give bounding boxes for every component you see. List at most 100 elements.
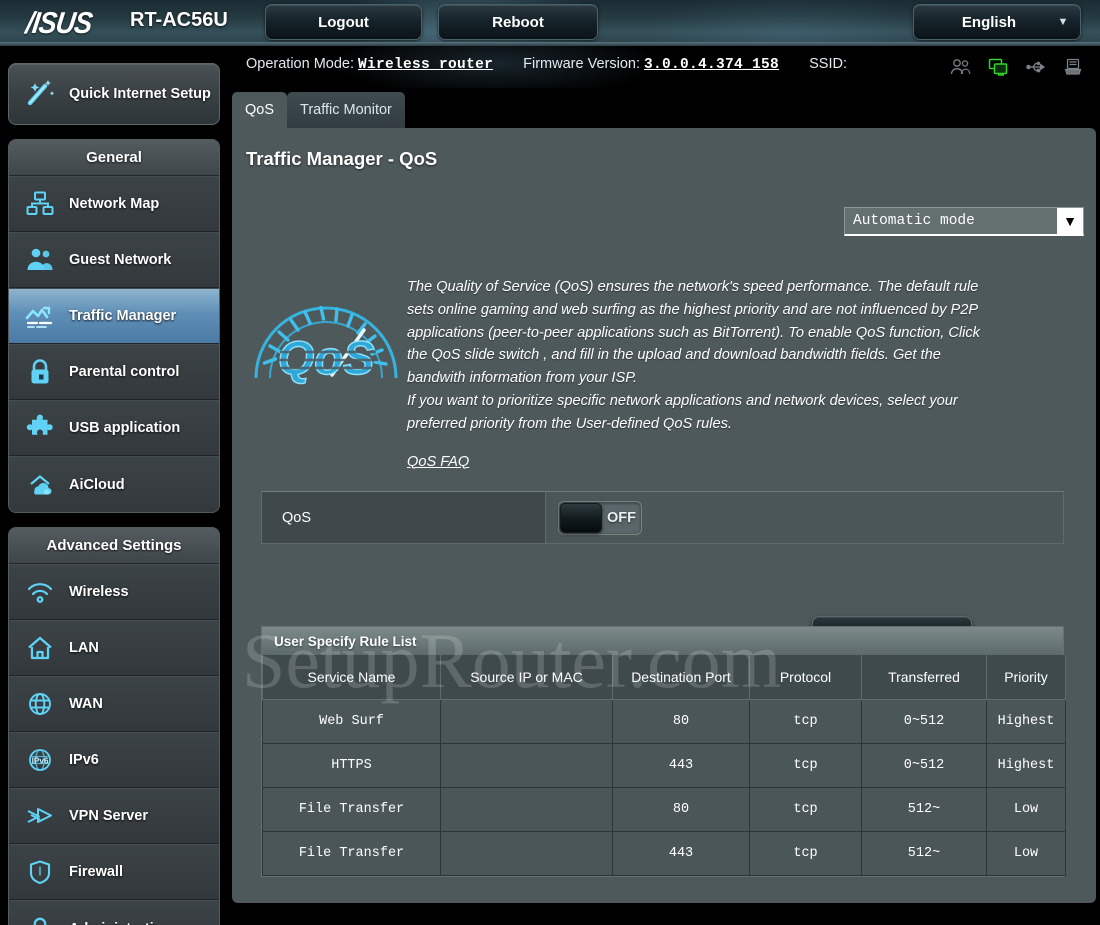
sidebar-item-parental-control[interactable]: Parental control xyxy=(9,344,219,400)
tab-bar: QoS Traffic Monitor xyxy=(232,92,405,128)
cell-transferred: 512~ xyxy=(861,830,987,876)
sidebar-item-aicloud[interactable]: AiCloud xyxy=(9,456,219,512)
rules-table: Service Name Source IP or MAC Destinatio… xyxy=(262,655,1066,876)
cell-service-name: File Transfer xyxy=(262,786,441,832)
cell-protocol: tcp xyxy=(749,786,862,832)
table-row[interactable]: Web Surf 80 tcp 0~512 Highest xyxy=(262,698,1066,744)
column-header-priority: Priority xyxy=(986,655,1066,700)
network-map-icon xyxy=(23,190,57,218)
cell-priority: Low xyxy=(986,786,1066,832)
qos-speedometer-graphic: QoS xyxy=(244,270,409,388)
sidebar-label: USB application xyxy=(69,420,181,436)
sidebar-item-wireless[interactable]: Wireless xyxy=(9,564,219,620)
logout-button[interactable]: Logout xyxy=(265,4,422,40)
cell-destination-port: 443 xyxy=(612,742,750,788)
traffic-manager-icon xyxy=(23,302,57,330)
reboot-button[interactable]: Reboot xyxy=(438,4,598,40)
page-title: Traffic Manager - QoS xyxy=(246,148,438,169)
sidebar-label: LAN xyxy=(69,640,99,656)
tab-traffic-monitor[interactable]: Traffic Monitor xyxy=(287,92,405,128)
quick-internet-setup-button[interactable]: Quick Internet Setup xyxy=(8,63,220,125)
sidebar-label: Firewall xyxy=(69,864,123,880)
cell-service-name: File Transfer xyxy=(262,830,441,876)
table-row[interactable]: File Transfer 80 tcp 512~ Low xyxy=(262,786,1066,832)
rule-list-title: User Specify Rule List xyxy=(262,627,1063,655)
cell-priority: Low xyxy=(986,830,1066,876)
sidebar-label: Parental control xyxy=(69,364,180,380)
user-specify-rule-list: User Specify Rule List Service Name Sour… xyxy=(261,626,1066,877)
sidebar-item-firewall[interactable]: Firewall xyxy=(9,844,219,900)
sidebar-group-general: General Network Map Guest Network Traffi… xyxy=(8,139,220,513)
tab-qos[interactable]: QoS xyxy=(232,92,288,128)
cell-transferred: 512~ xyxy=(861,786,987,832)
sidebar-navigation: Quick Internet Setup General Network Map xyxy=(0,58,228,925)
sidebar-item-traffic-manager[interactable]: Traffic Manager xyxy=(9,288,219,344)
language-label: English xyxy=(961,13,1017,31)
sidebar-label: AiCloud xyxy=(69,476,125,493)
description-paragraph-1: The Quality of Service (QoS) ensures the… xyxy=(407,279,980,387)
language-selector[interactable]: English ▼ xyxy=(913,4,1081,40)
qos-toggle-switch[interactable]: OFF xyxy=(558,500,642,535)
puzzle-icon xyxy=(23,414,57,442)
person-icon xyxy=(23,915,57,925)
sidebar-label: WAN xyxy=(69,696,103,712)
sidebar-label: Network Map xyxy=(69,196,160,212)
cell-source xyxy=(440,742,613,788)
sidebar-item-usb-application[interactable]: USB application xyxy=(9,400,219,456)
cell-transferred: 0~512 xyxy=(861,742,987,788)
table-row[interactable]: HTTPS 443 tcp 0~512 Highest xyxy=(262,742,1066,788)
vpn-icon xyxy=(23,802,57,830)
qos-mode-value: Automatic mode xyxy=(853,213,975,229)
sidebar-label: Guest Network xyxy=(69,252,172,268)
svg-text:QoS: QoS xyxy=(278,331,375,384)
cell-service-name: HTTPS xyxy=(262,742,441,788)
router-model-name: RT-AC56U xyxy=(130,9,228,31)
sidebar-item-vpn-server[interactable]: VPN Server xyxy=(9,788,219,844)
main-content: QoS Traffic Monitor Traffic Manager - Qo… xyxy=(232,58,1096,903)
cell-destination-port: 80 xyxy=(612,698,750,744)
table-header-row: Service Name Source IP or MAC Destinatio… xyxy=(262,655,1066,700)
shield-icon xyxy=(23,858,57,886)
cell-priority: Highest xyxy=(986,698,1066,744)
cell-priority: Highest xyxy=(986,742,1066,788)
qos-mode-dropdown[interactable]: Automatic mode ▼ xyxy=(844,207,1084,236)
qos-toggle-row: QoS OFF xyxy=(261,491,1064,544)
sidebar-item-administration[interactable]: Administration xyxy=(9,900,219,925)
header-glow-right xyxy=(640,0,940,46)
sidebar-group-advanced: Advanced Settings Wireless LAN WAN IPv6 … xyxy=(8,527,220,925)
sidebar-item-guest-network[interactable]: Guest Network xyxy=(9,232,219,288)
cell-protocol: tcp xyxy=(749,698,862,744)
guest-network-icon xyxy=(23,246,57,274)
table-row[interactable]: File Transfer 443 tcp 512~ Low xyxy=(262,830,1066,876)
cell-destination-port: 80 xyxy=(612,786,750,832)
sidebar-item-ipv6[interactable]: IPv6 IPv6 xyxy=(9,732,219,788)
svg-text:IPv6: IPv6 xyxy=(32,757,49,766)
cell-destination-port: 443 xyxy=(612,830,750,876)
cell-protocol: tcp xyxy=(749,830,862,876)
globe-icon xyxy=(23,690,57,718)
sidebar-item-wan[interactable]: WAN xyxy=(9,676,219,732)
sidebar-label: Wireless xyxy=(69,584,129,600)
column-header-transferred: Transferred xyxy=(861,655,987,700)
sidebar-item-network-map[interactable]: Network Map xyxy=(9,176,219,232)
cell-protocol: tcp xyxy=(749,742,862,788)
ipv6-icon: IPv6 xyxy=(23,746,57,774)
cell-source xyxy=(440,698,613,744)
sidebar-advanced-header: Advanced Settings xyxy=(9,528,219,564)
sidebar-label: IPv6 xyxy=(69,752,99,768)
qos-toggle-state: OFF xyxy=(607,509,636,526)
cell-source xyxy=(440,786,613,832)
sidebar-item-lan[interactable]: LAN xyxy=(9,620,219,676)
qos-row-label: QoS xyxy=(262,492,546,543)
qos-description: The Quality of Service (QoS) ensures the… xyxy=(407,276,992,471)
cell-transferred: 0~512 xyxy=(861,698,987,744)
column-header-source: Source IP or MAC xyxy=(440,655,613,700)
qos-faq-link[interactable]: QoS FAQ xyxy=(407,454,469,470)
asus-logo: /ISUS xyxy=(23,6,94,40)
wifi-icon xyxy=(23,578,57,606)
cell-source xyxy=(440,830,613,876)
house-icon xyxy=(23,634,57,662)
sidebar-label: Administration xyxy=(69,921,171,925)
sidebar-label: Traffic Manager xyxy=(69,308,177,324)
top-header-bar: /ISUS RT-AC56U Logout Reboot English ▼ xyxy=(0,0,1100,46)
